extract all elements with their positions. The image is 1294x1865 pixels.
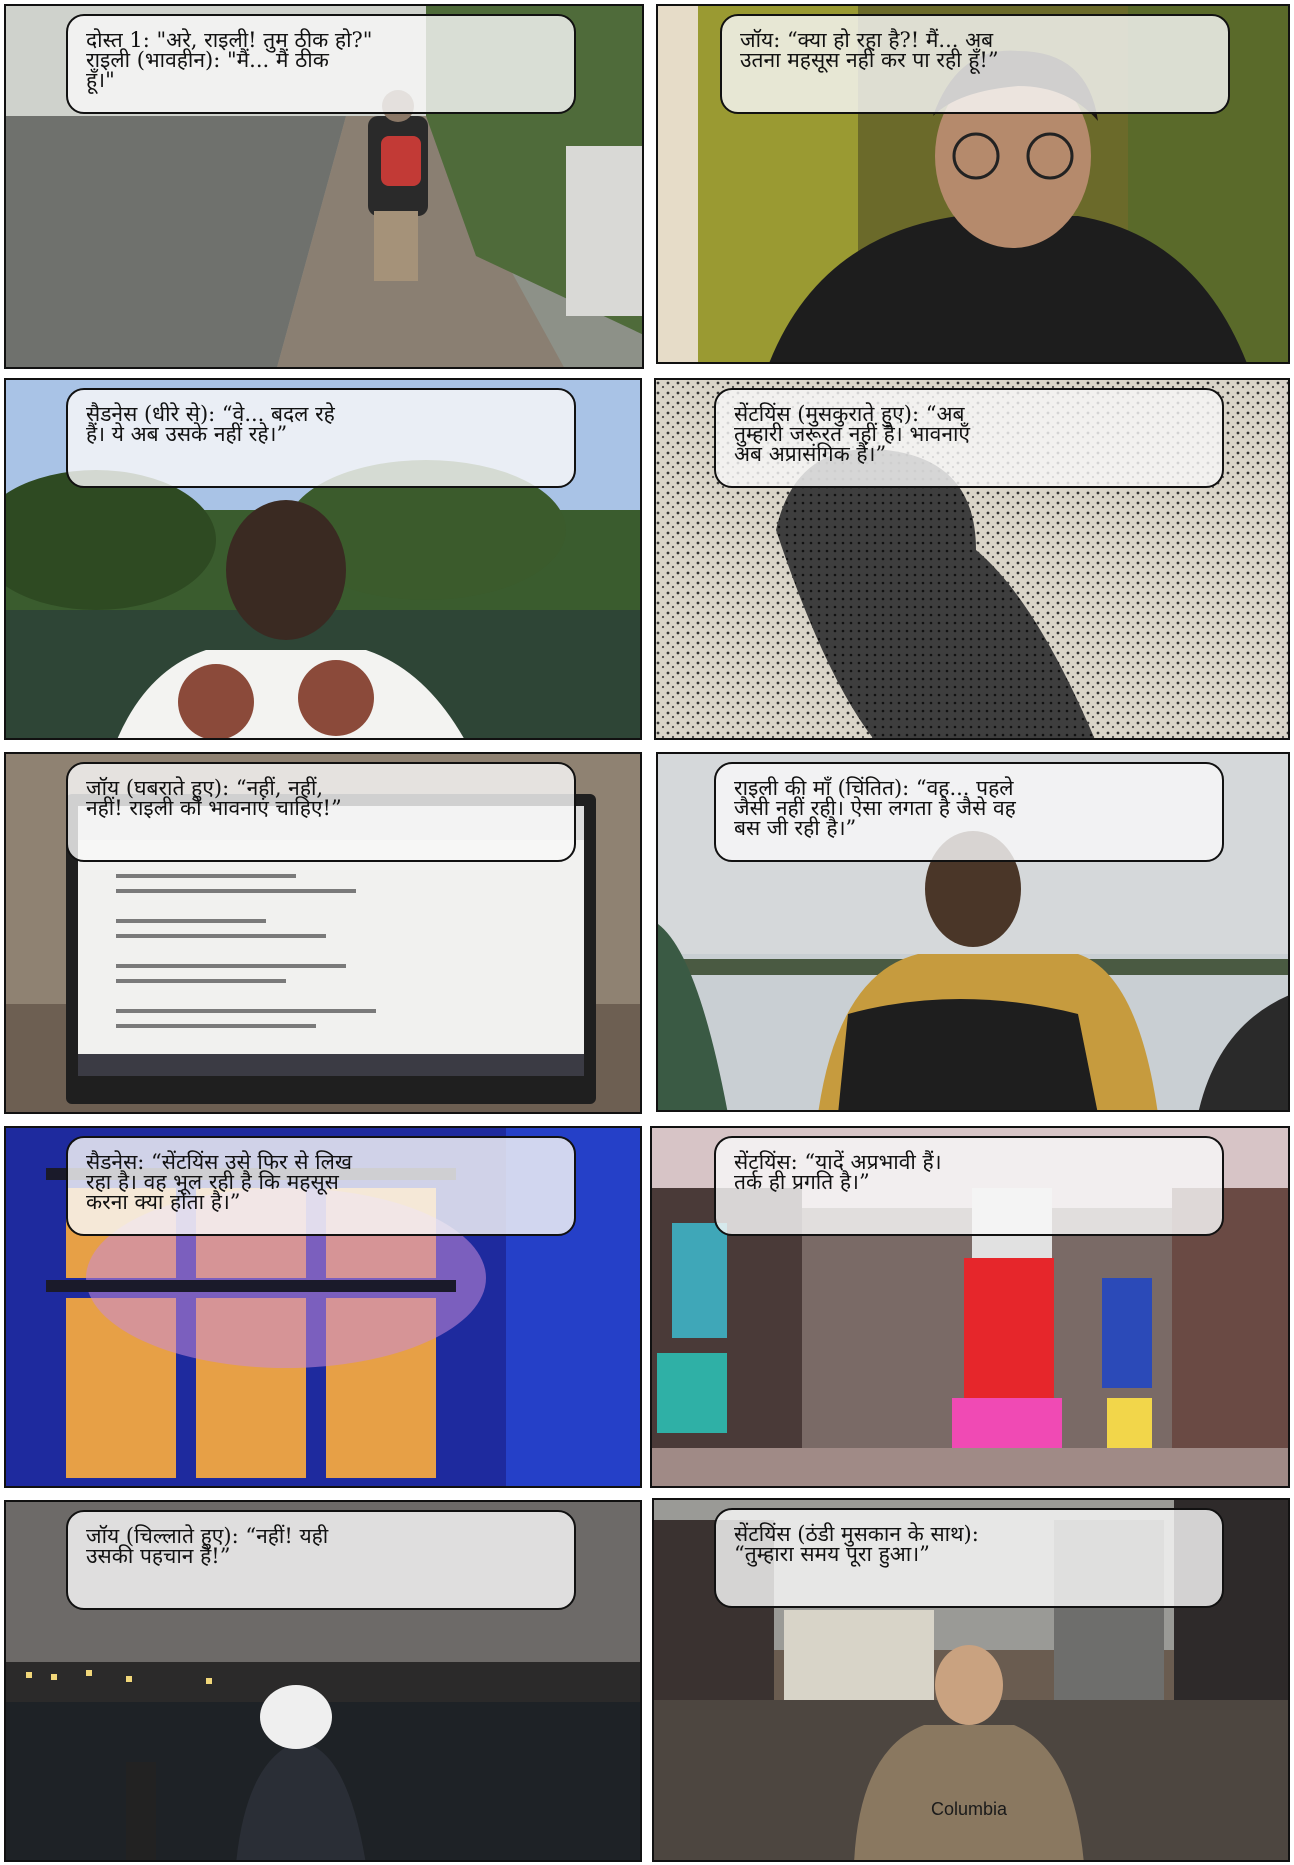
- panel-2-speech-bubble: जॉय: “क्या हो रहा है?! मैं... अब उतना मह…: [720, 14, 1230, 114]
- comic-panel-9: जॉय (चिल्लाते हुए): “नहीं! यही उसकी पहचा…: [4, 1500, 642, 1862]
- panel-1-speech-bubble: दोस्त 1: "अरे, राइली! तुम ठीक हो?" राइली…: [66, 14, 576, 114]
- panel-5-speech-bubble: जॉय (घबराते हुए): “नहीं, नहीं, नहीं! राइ…: [66, 762, 576, 862]
- comic-panel-8: सेंटयिंस: “यादें अप्रभावी हैं। तर्क ही प…: [650, 1126, 1290, 1488]
- comic-panel-2: जॉय: “क्या हो रहा है?! मैं... अब उतना मह…: [656, 4, 1290, 364]
- panel-4-speech-bubble: सेंटयिंस (मुसकुराते हुए): “अब तुम्हारी ज…: [714, 388, 1224, 488]
- comic-panel-7: सैडनेस: “सेंटयिंस उसे फिर से लिख रहा है।…: [4, 1126, 642, 1488]
- panel-10-speech-bubble: सेंटयिंस (ठंडी मुसकान के साथ): “तुम्हारा…: [714, 1508, 1224, 1608]
- hoodie-brand-text: Columbia: [931, 1799, 1008, 1819]
- comic-panel-4: सेंटयिंस (मुसकुराते हुए): “अब तुम्हारी ज…: [654, 378, 1290, 740]
- comic-panel-10: Columbia सेंटयिंस (ठंडी मुसकान के साथ): …: [652, 1498, 1290, 1862]
- comic-panel-6: राइली की माँ (चिंतित): “वह... पहले जैसी …: [656, 752, 1290, 1112]
- panel-7-speech-bubble: सैडनेस: “सेंटयिंस उसे फिर से लिख रहा है।…: [66, 1136, 576, 1236]
- comic-panel-1: दोस्त 1: "अरे, राइली! तुम ठीक हो?" राइली…: [4, 4, 644, 369]
- panel-3-speech-bubble: सैडनेस (धीरे से): “वे... बदल रहे हैं। ये…: [66, 388, 576, 488]
- panel-6-speech-bubble: राइली की माँ (चिंतित): “वह... पहले जैसी …: [714, 762, 1224, 862]
- comic-panel-3: सैडनेस (धीरे से): “वे... बदल रहे हैं। ये…: [4, 378, 642, 740]
- panel-8-speech-bubble: सेंटयिंस: “यादें अप्रभावी हैं। तर्क ही प…: [714, 1136, 1224, 1236]
- panel-9-speech-bubble: जॉय (चिल्लाते हुए): “नहीं! यही उसकी पहचा…: [66, 1510, 576, 1610]
- comic-panel-5: जॉय (घबराते हुए): “नहीं, नहीं, नहीं! राइ…: [4, 752, 642, 1114]
